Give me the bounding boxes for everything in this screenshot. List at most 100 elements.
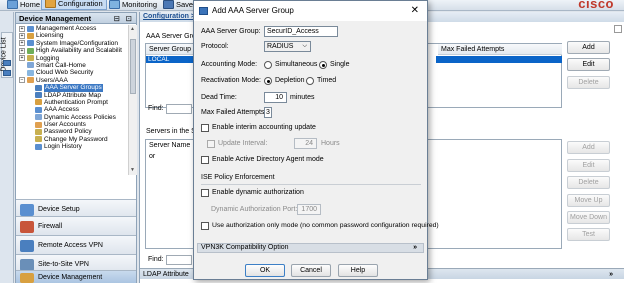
tree-item[interactable]: + Licensing (16, 32, 128, 39)
change-password-icon (35, 136, 42, 143)
tree-item[interactable]: + High Availability and Scalabilit (16, 47, 128, 54)
nav-remote-access-vpn[interactable]: Remote Access VPN (16, 235, 136, 255)
expand-icon[interactable]: + (19, 40, 25, 47)
firewall-icon (20, 220, 34, 233)
protocol-select[interactable]: RADIUS ⌵ (264, 41, 311, 52)
expand-icon[interactable]: + (19, 32, 25, 39)
expand-chevron-icon[interactable]: » (609, 269, 613, 280)
device-list-icon[interactable] (3, 60, 11, 66)
find-input[interactable] (166, 104, 192, 114)
col-server-group[interactable]: Server Group (146, 44, 196, 55)
edit-group-button[interactable]: Edit (567, 58, 610, 71)
help-button[interactable]: Help (338, 264, 378, 277)
monitoring-button[interactable]: Monitoring (106, 0, 160, 10)
configuration-label: Configuration (58, 0, 103, 8)
tree-item[interactable]: Dynamic Access Policies (16, 114, 128, 121)
login-history-icon (35, 143, 42, 150)
tree-item[interactable]: LDAP Attribute Map (16, 92, 128, 99)
tree-item[interactable]: + Management Access (16, 25, 128, 32)
pin-icon[interactable]: ⊟ (114, 13, 120, 24)
col-server-name[interactable]: Server Name or (146, 140, 196, 160)
tree-item[interactable]: Cloud Web Security (16, 69, 128, 76)
update-interval-label: Update Interval: (218, 140, 268, 147)
depletion-label: Depletion (275, 77, 305, 84)
dynamic-port-input[interactable]: 1700 (297, 204, 321, 215)
radio-timed[interactable] (306, 77, 314, 85)
max-failed-input[interactable]: 3 (264, 107, 272, 118)
save-button[interactable]: Save (160, 0, 196, 10)
add-group-button[interactable]: Add (567, 41, 610, 54)
scroll-up-icon[interactable]: ▲ (130, 26, 135, 32)
device-list-icon-2[interactable] (3, 70, 11, 76)
expand-icon[interactable]: + (19, 47, 25, 54)
ok-button[interactable]: OK (245, 264, 285, 277)
simultaneous-label: Simultaneous (275, 61, 318, 68)
monitoring-label: Monitoring (122, 0, 158, 9)
configuration-button[interactable]: Configuration (41, 0, 107, 10)
update-interval-checkbox[interactable] (207, 140, 215, 148)
tree-item[interactable]: Login History (16, 143, 128, 150)
device-list-label: Device List (0, 37, 8, 72)
move-down-button[interactable]: Move Down (567, 211, 610, 224)
restore-icon[interactable] (614, 25, 622, 33)
close-icon[interactable]: ✕ (411, 1, 419, 21)
tree-item[interactable]: AAA Access (16, 106, 128, 113)
panel-close-icon[interactable]: ⊡ (126, 13, 132, 24)
nav-device-management[interactable]: Device Management (16, 270, 136, 283)
auth-only-checkbox[interactable] (201, 222, 209, 230)
collapse-icon[interactable]: − (19, 77, 25, 84)
dialog-title-bar[interactable]: Add AAA Server Group ✕ (194, 1, 427, 21)
password-policy-icon (35, 128, 42, 135)
nav-firewall[interactable]: Firewall (16, 216, 136, 236)
radio-single[interactable] (319, 61, 327, 69)
max-failed-label: Max Failed Attempts: (201, 109, 267, 116)
device-management-panel: Device Management ⊟ ⊡ + Management Acces… (15, 12, 137, 283)
dynamic-auth-checkbox[interactable] (201, 189, 209, 197)
ad-agent-checkbox[interactable] (201, 156, 209, 164)
expand-icon[interactable]: + (19, 55, 25, 62)
ldap-bar-label: LDAP Attribute (143, 271, 189, 278)
cancel-button[interactable]: Cancel (291, 264, 331, 277)
vpn3k-compatibility-bar[interactable]: VPN3K Compatibility Option » (197, 243, 424, 253)
tree-item[interactable]: Password Policy (16, 128, 128, 135)
group-name-input[interactable]: SecurID_Access (264, 26, 338, 37)
test-button[interactable]: Test (567, 228, 610, 241)
dead-time-input[interactable]: 10 (264, 92, 287, 103)
tree-item[interactable]: User Accounts (16, 121, 128, 128)
expand-chevron-icon[interactable]: » (413, 244, 417, 252)
col-max-failed[interactable]: Max Failed Attempts (438, 44, 562, 55)
expand-icon[interactable]: + (19, 25, 25, 32)
user-accounts-icon (35, 121, 42, 128)
update-interval-input[interactable]: 24 (294, 138, 317, 149)
tree-item[interactable]: + Logging (16, 55, 128, 62)
move-up-button[interactable]: Move Up (567, 194, 610, 207)
tree-item[interactable]: + System Image/Configuration (16, 40, 128, 47)
radio-depletion[interactable] (264, 77, 272, 85)
delete-server-button[interactable]: Delete (567, 176, 610, 189)
section-divider (201, 184, 421, 185)
delete-group-button[interactable]: Delete (567, 76, 610, 89)
panel-title: Device Management ⊟ ⊡ (16, 13, 136, 24)
reactivation-mode-label: Reactivation Mode: (201, 77, 261, 84)
tree-item[interactable]: Change My Password (16, 136, 128, 143)
license-icon (27, 32, 34, 39)
edit-server-button[interactable]: Edit (567, 159, 610, 172)
tree-scrollbar[interactable]: ▲ ▼ (128, 25, 137, 175)
dynamic-auth-label: Enable dynamic authorization (212, 189, 304, 196)
tree-item[interactable]: − Users/AAA (16, 77, 128, 84)
interim-accounting-checkbox[interactable] (201, 124, 209, 132)
add-server-button[interactable]: Add (567, 141, 610, 154)
radio-simultaneous[interactable] (264, 61, 272, 69)
protocol-label: Protocol: (201, 43, 229, 50)
tree-item[interactable]: Authentication Prompt (16, 99, 128, 106)
remote-vpn-icon (20, 239, 34, 252)
table-row[interactable]: LOCAL (146, 56, 200, 63)
vpn3k-label: VPN3K Compatibility Option (201, 244, 289, 251)
table-row-selected-extent[interactable] (436, 56, 562, 63)
tree-item[interactable]: Smart Call-Home (16, 62, 128, 69)
scroll-down-icon[interactable]: ▼ (130, 167, 135, 173)
home-button[interactable]: Home (4, 0, 43, 10)
tree-item-aaa-server-groups[interactable]: AAA Server Groups (16, 84, 128, 92)
find-input-2[interactable] (166, 255, 192, 265)
scroll-thumb[interactable] (130, 39, 136, 94)
